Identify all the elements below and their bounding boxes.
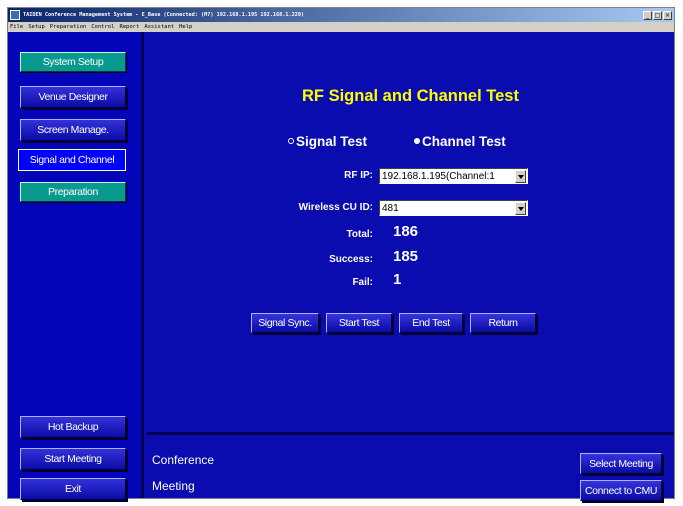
menu-help[interactable]: Help <box>179 24 192 30</box>
app-window: TAIDEN Conference Management System - E_… <box>7 7 675 501</box>
sidebar: System Setup Venue Designer Screen Manag… <box>8 32 144 500</box>
radio-checked-icon <box>414 138 420 144</box>
return-button[interactable]: Return <box>470 313 536 333</box>
hot-backup-button[interactable]: Hot Backup <box>20 416 126 438</box>
menu-report[interactable]: Report <box>119 24 139 30</box>
signal-test-label: Signal Test <box>296 133 368 149</box>
menu-assistant[interactable]: Assistant <box>144 24 174 30</box>
success-value: 185 <box>393 248 419 265</box>
exit-button[interactable]: Exit <box>20 478 126 500</box>
status-panel: Conference Meeting Select Meeting Connec… <box>147 432 674 501</box>
screen-manage-button[interactable]: Screen Manage. <box>20 119 126 141</box>
signal-test-radio[interactable]: Signal Test <box>288 133 367 149</box>
fail-value: 1 <box>393 271 402 288</box>
menu-setup[interactable]: Setup <box>28 24 45 30</box>
window-title: TAIDEN Conference Management System - E_… <box>23 12 305 18</box>
channel-test-label: Channel Test <box>422 133 506 149</box>
fail-label: Fail: <box>352 277 373 288</box>
channel-test-radio[interactable]: Channel Test <box>414 133 506 149</box>
venue-designer-button[interactable]: Venue Designer <box>20 86 126 108</box>
end-test-button[interactable]: End Test <box>399 313 463 333</box>
menu-file[interactable]: File <box>10 24 23 30</box>
rf-ip-select[interactable]: 192.168.1.195(Channel:1 <box>379 168 528 184</box>
start-meeting-button[interactable]: Start Meeting <box>20 448 126 470</box>
rf-ip-label: RF IP: <box>344 170 373 181</box>
start-test-button[interactable]: Start Test <box>326 313 392 333</box>
page-title: RF Signal and Channel Test <box>302 87 519 105</box>
meeting-label: Meeting <box>152 479 195 493</box>
signal-and-channel-button[interactable]: Signal and Channel <box>18 149 126 171</box>
radio-unchecked-icon <box>288 138 294 144</box>
connect-to-cmu-button[interactable]: Connect to CMU <box>580 480 662 501</box>
close-button[interactable]: × <box>663 10 672 20</box>
dropdown-arrow-icon[interactable] <box>515 201 526 215</box>
menu-preparation[interactable]: Preparation <box>50 24 86 30</box>
menu-bar: File Setup Preparation Control Report As… <box>8 22 674 32</box>
main-panel: RF Signal and Channel Test Signal Test C… <box>147 32 674 432</box>
conference-label: Conference <box>152 453 215 467</box>
window-controls: _ □ × <box>643 10 672 20</box>
dropdown-arrow-icon[interactable] <box>515 169 526 183</box>
section-system-setup[interactable]: System Setup <box>20 52 126 72</box>
wireless-cu-id-select[interactable]: 481 <box>379 200 528 216</box>
minimize-button[interactable]: _ <box>643 10 652 20</box>
signal-sync-button[interactable]: Signal Sync. <box>251 313 319 333</box>
app-icon <box>10 10 20 20</box>
wireless-cu-id-label: Wireless CU ID: <box>298 202 373 213</box>
section-preparation[interactable]: Preparation <box>20 182 126 202</box>
maximize-button[interactable]: □ <box>653 10 662 20</box>
client-area: System Setup Venue Designer Screen Manag… <box>8 32 674 501</box>
menu-control[interactable]: Control <box>91 24 114 30</box>
wireless-cu-id-value: 481 <box>382 202 399 214</box>
total-value: 186 <box>393 223 419 240</box>
total-label: Total: <box>346 229 373 240</box>
success-label: Success: <box>329 254 373 265</box>
select-meeting-button[interactable]: Select Meeting <box>580 453 662 474</box>
title-bar[interactable]: TAIDEN Conference Management System - E_… <box>8 8 674 22</box>
rf-ip-value: 192.168.1.195(Channel:1 <box>382 170 495 182</box>
